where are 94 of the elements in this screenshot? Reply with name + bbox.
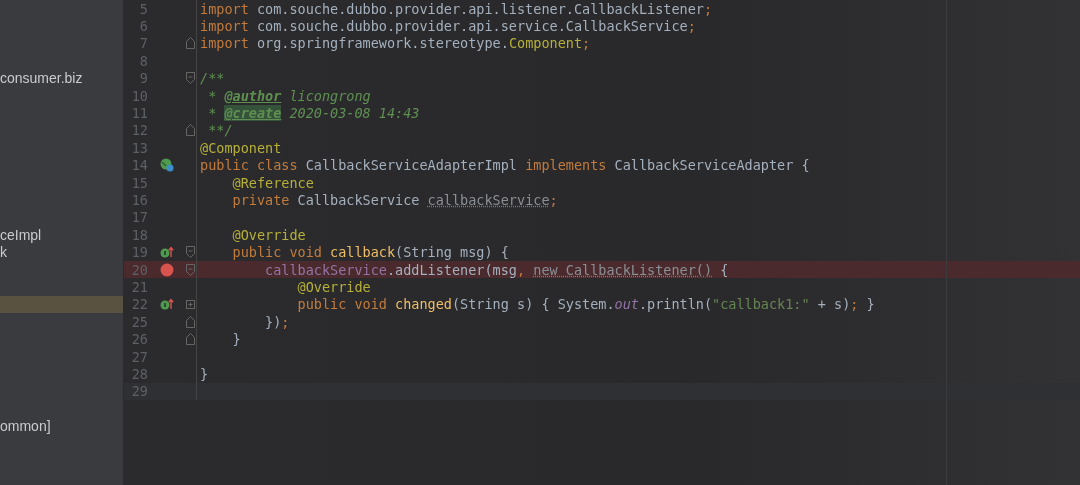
tree-item-label: consumer.biz xyxy=(0,70,83,87)
fold-marker-icon[interactable] xyxy=(186,124,195,137)
line-number: 13 xyxy=(130,139,148,156)
keyword: public void xyxy=(231,244,323,261)
line-number: 14 xyxy=(130,157,148,174)
warning-code: new CallbackListener() xyxy=(533,261,713,278)
keyword: ; xyxy=(549,192,558,208)
doc-tag: @author xyxy=(224,87,282,104)
line-number: 16 xyxy=(130,192,148,208)
tree-row[interactable]: k xyxy=(0,243,123,261)
line-number: 6 xyxy=(138,18,148,35)
code-text: .addListener(msg xyxy=(386,261,517,278)
code-text: org.springframework.stereotype. xyxy=(255,35,509,52)
line-number: 20 xyxy=(130,261,148,278)
code-text: com.souche.dubbo.provider.api.service.CallbackService xyxy=(255,18,688,35)
code-text: } xyxy=(865,296,875,313)
override-icon[interactable] xyxy=(159,246,175,259)
line-number: 18 xyxy=(130,226,148,243)
keyword: public class xyxy=(200,157,299,174)
doc-comment: * xyxy=(207,105,218,122)
keyword: ; xyxy=(582,35,591,52)
static-field: out xyxy=(614,296,639,313)
annotation: @Override xyxy=(231,226,306,243)
line-number: 10 xyxy=(130,87,148,104)
keyword: ; xyxy=(281,313,290,330)
code-text: CallbackServiceAdapter { xyxy=(614,157,810,174)
doc-comment: **/ xyxy=(207,122,233,139)
keyword: import xyxy=(200,0,249,17)
code-text: (String msg) { xyxy=(395,244,509,261)
code-text: CallbackServiceAdapterImpl xyxy=(305,157,518,174)
tree-row[interactable]: ceImpl xyxy=(0,226,123,244)
line-number: 19 xyxy=(130,244,148,261)
line-number: 12 xyxy=(130,122,148,139)
implemented-icon[interactable] xyxy=(160,158,174,173)
keyword: ; xyxy=(687,18,696,35)
code-text: .println( xyxy=(638,296,713,313)
line-number: 22 xyxy=(130,296,148,313)
doc-comment: /** xyxy=(200,70,225,87)
code-text: } xyxy=(200,365,209,382)
breakpoint-icon[interactable] xyxy=(160,262,174,277)
doc-comment: licongrong xyxy=(288,87,371,104)
code-text: { xyxy=(719,261,729,278)
expand-marker-icon[interactable] xyxy=(186,299,195,309)
tree-row[interactable]: ommon] xyxy=(0,417,123,435)
fold-marker-icon[interactable] xyxy=(186,333,195,346)
code-text: } xyxy=(231,331,241,348)
line-number: 26 xyxy=(130,331,148,348)
keyword: import xyxy=(200,35,249,52)
doc-comment: 2020-03-08 14:43 xyxy=(288,105,420,122)
line-number: 7 xyxy=(138,35,148,52)
keyword: import xyxy=(200,18,249,35)
fold-marker-icon[interactable] xyxy=(186,315,195,328)
line-number: 27 xyxy=(130,348,148,365)
keyword: ; xyxy=(703,0,713,17)
code-text: CallbackService xyxy=(297,192,421,208)
fold-marker-icon[interactable] xyxy=(186,263,195,276)
code-text: + s) xyxy=(816,296,851,313)
annotation: @Reference xyxy=(231,174,314,191)
tree-item-label: ommon] xyxy=(0,418,51,435)
keyword: ; xyxy=(850,296,859,313)
tree-item-label: k xyxy=(0,244,7,261)
override-icon[interactable] xyxy=(159,298,175,311)
annotation: @Override xyxy=(296,278,371,295)
keyword: public void xyxy=(296,296,388,313)
line-number: 17 xyxy=(130,209,148,226)
annotation: @Component xyxy=(200,139,282,156)
warning-code: callbackService xyxy=(427,192,550,208)
line-number: 8 xyxy=(138,52,148,69)
method-name: callback xyxy=(330,244,396,261)
line-number: 5 xyxy=(138,0,148,17)
field-name: callbackService xyxy=(264,261,387,278)
doc-comment: * xyxy=(207,87,218,104)
string-literal: "callback1:" xyxy=(712,296,810,313)
tree-row[interactable] xyxy=(0,295,123,314)
line-number: 15 xyxy=(130,174,148,191)
line-number: 25 xyxy=(130,313,148,330)
fold-marker-icon[interactable] xyxy=(186,72,195,85)
method-name: changed xyxy=(395,296,452,313)
line-number: 9 xyxy=(138,70,148,87)
tree-item-label: ceImpl xyxy=(0,226,42,243)
doc-tag: @create xyxy=(224,105,282,122)
code-text: com.souche.dubbo.provider.api.listener.CallbackListener xyxy=(255,0,704,17)
line-number: 21 xyxy=(130,278,148,295)
fold-marker-icon[interactable] xyxy=(186,246,195,259)
keyword: private xyxy=(231,192,291,208)
fold-marker-icon[interactable] xyxy=(186,37,195,50)
annotation: Component xyxy=(508,35,583,52)
line-number: 11 xyxy=(130,105,148,122)
code-text: (String s) { System. xyxy=(452,296,615,313)
code-text: }) xyxy=(264,313,282,330)
keyword: , xyxy=(517,261,527,278)
keyword: implements xyxy=(525,157,608,174)
line-number: 28 xyxy=(130,365,148,382)
tree-row[interactable]: consumer.biz xyxy=(0,69,123,87)
